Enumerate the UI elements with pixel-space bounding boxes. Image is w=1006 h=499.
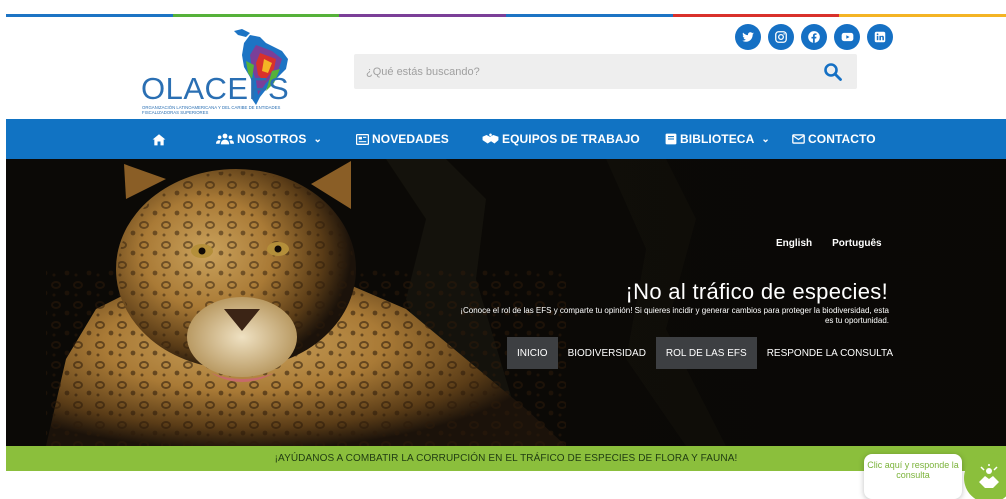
search-input[interactable]	[354, 54, 804, 89]
youtube-link[interactable]	[834, 24, 860, 50]
campaign-banner: ¡AYÚDANOS A COMBATIR LA CORRUPCIÓN EN EL…	[6, 446, 1006, 471]
consulta-float-button[interactable]: Clic aquí y responde la consulta	[864, 454, 962, 499]
page: OLACEFS Organización Latinoamericana y d…	[0, 0, 1006, 499]
chevron-down-icon: ⌄	[761, 133, 770, 145]
facebook-icon	[808, 31, 820, 43]
envelope-icon	[792, 134, 805, 144]
nav-label: EQUIPOS DE TRABAJO	[502, 132, 640, 146]
site-header: OLACEFS Organización Latinoamericana y d…	[0, 17, 1006, 119]
nav-label: BIBLIOTECA	[680, 132, 755, 146]
nav-novedades[interactable]: NOVEDADES	[356, 119, 449, 159]
chevron-down-icon: ⌄	[313, 133, 322, 145]
hero-slider: English Português ¡No al tráfico de espe…	[6, 159, 1006, 446]
olacefs-logo[interactable]: OLACEFS Organización Latinoamericana y d…	[138, 25, 318, 117]
instagram-link[interactable]	[768, 24, 794, 50]
search-bar	[354, 54, 857, 89]
hero-button-responde-la-consulta[interactable]: RESPONDE LA CONSULTA	[757, 337, 903, 369]
hero-button-biodiversidad[interactable]: BIODIVERSIDAD	[558, 337, 656, 369]
hero-button-inicio[interactable]: INICIO	[507, 337, 558, 369]
hero-description: ¡Conoce el rol de las EFS y comparte tu …	[460, 306, 889, 325]
nav-nosotros[interactable]: NOSOTROS ⌄	[216, 119, 322, 159]
facebook-link[interactable]	[801, 24, 827, 50]
home-icon	[152, 133, 166, 145]
search-icon	[824, 63, 842, 81]
newspaper-icon	[356, 133, 369, 145]
main-navigation: NOSOTROS ⌄ NOVEDADES EQUIPOS DE TRABAJO	[6, 119, 1006, 159]
hero-button-rol-de-las-efs[interactable]: ROL DE LAS EFS	[655, 337, 757, 369]
language-switcher: English Português	[776, 238, 882, 249]
nav-contacto[interactable]: CONTACTO	[792, 119, 876, 159]
hero-title: ¡No al tráfico de especies!	[625, 279, 888, 304]
linkedin-link[interactable]	[867, 24, 893, 50]
search-button[interactable]	[823, 62, 843, 82]
consulta-float-icon-button[interactable]	[964, 453, 1006, 499]
logo-subtitle: Organización Latinoamericana y del Carib…	[142, 105, 281, 115]
nav-label: NOVEDADES	[372, 132, 449, 146]
social-links	[735, 24, 893, 50]
youtube-icon	[841, 32, 853, 42]
language-portugues[interactable]: Português	[832, 238, 881, 249]
nav-equipos-de-trabajo[interactable]: EQUIPOS DE TRABAJO	[482, 119, 640, 159]
hands-icon	[979, 464, 999, 488]
handshake-icon	[482, 133, 499, 144]
nav-label: NOSOTROS	[237, 132, 307, 146]
instagram-icon	[775, 31, 787, 43]
twitter-link[interactable]	[735, 24, 761, 50]
hero-buttons: INICIO BIODIVERSIDAD ROL DE LAS EFS RESP…	[507, 337, 903, 369]
nav-biblioteca[interactable]: BIBLIOTECA ⌄	[665, 119, 770, 159]
book-icon	[665, 133, 677, 145]
logo-wordmark: OLACEFS	[141, 71, 290, 106]
linkedin-icon	[874, 31, 886, 43]
language-english[interactable]: English	[776, 238, 812, 249]
users-icon	[216, 133, 234, 145]
nav-label: CONTACTO	[808, 132, 876, 146]
twitter-icon	[742, 32, 754, 42]
nav-home[interactable]	[152, 119, 166, 159]
